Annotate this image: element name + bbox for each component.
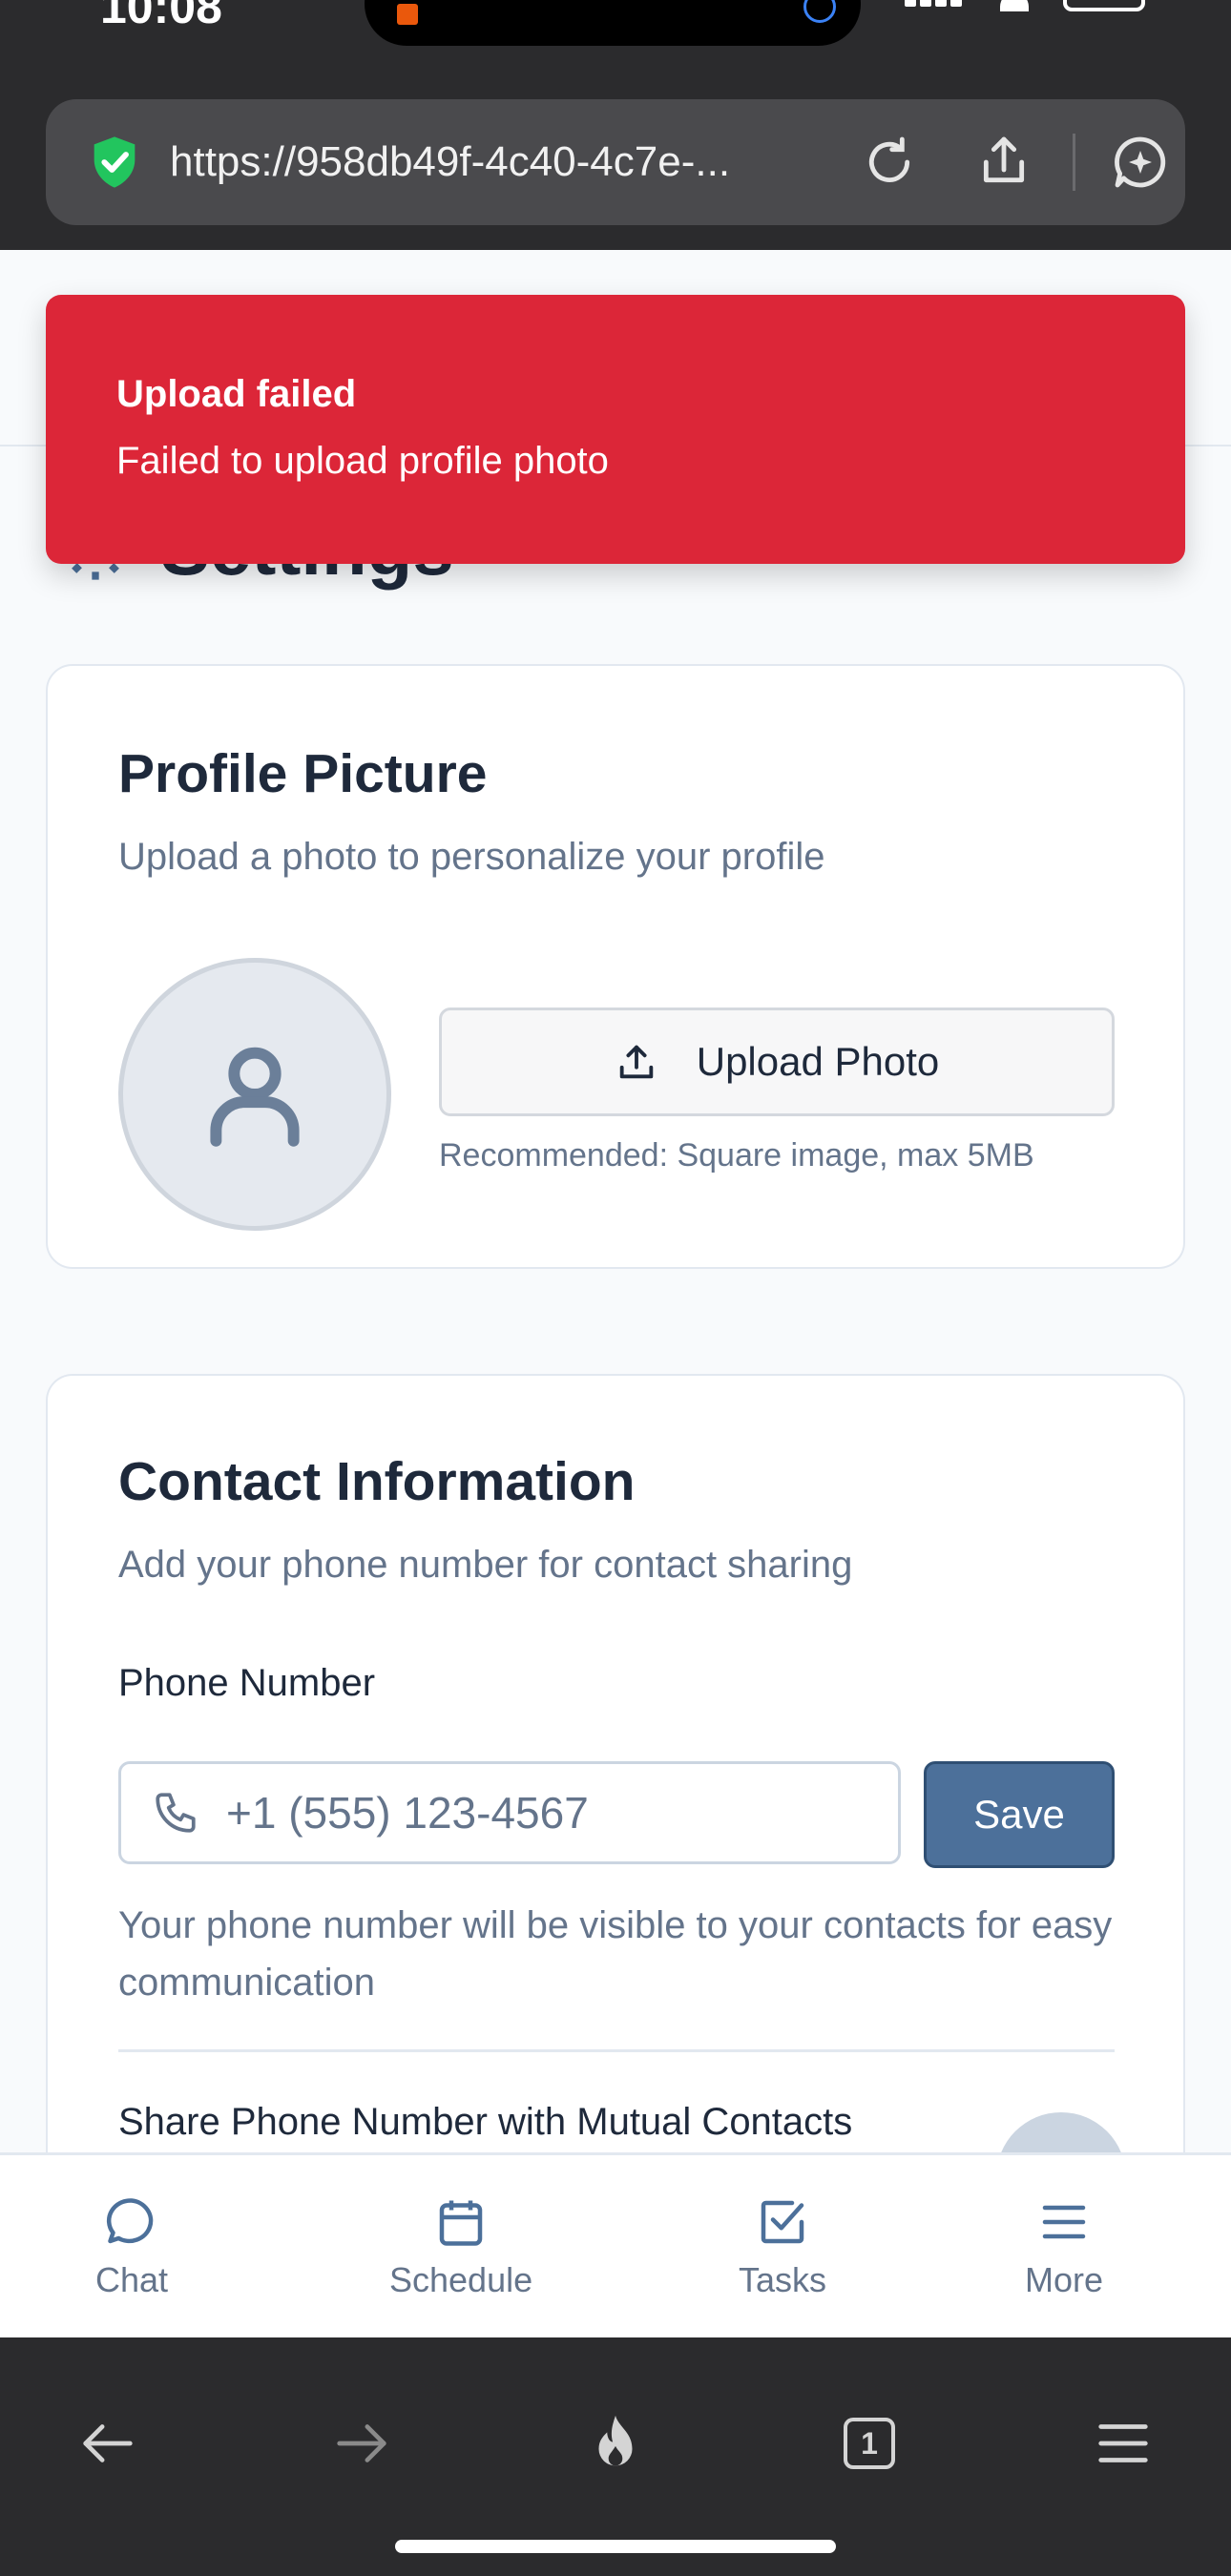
profile-card-title: Profile Picture bbox=[118, 743, 488, 804]
phone-help-text: Your phone number will be visible to you… bbox=[118, 1904, 1113, 2004]
tab-count: 1 bbox=[861, 2425, 878, 2461]
upload-hint: Recommended: Square image, max 5MB bbox=[439, 1137, 1034, 1174]
upload-icon bbox=[619, 1045, 653, 1079]
island-indicator-icon bbox=[397, 4, 418, 25]
signal-icon bbox=[905, 0, 966, 11]
menu-icon bbox=[1042, 2205, 1086, 2239]
nav-item-schedule[interactable]: Schedule bbox=[389, 2193, 532, 2300]
bottom-nav: Chat Schedule Tasks More bbox=[0, 2152, 1231, 2337]
checkbox-icon bbox=[761, 2200, 804, 2244]
back-arrow-icon[interactable] bbox=[74, 2410, 141, 2477]
error-toast: Upload failed Failed to upload profile p… bbox=[46, 295, 1185, 564]
status-time: 10:08 bbox=[100, 0, 222, 33]
url-bar-divider bbox=[1073, 134, 1075, 191]
save-phone-button[interactable]: Save bbox=[924, 1761, 1115, 1868]
flame-icon[interactable] bbox=[582, 2410, 649, 2477]
browser-top-chrome: 10:08 https://958db49f-4c40-4c7e-... bbox=[0, 0, 1231, 250]
user-placeholder-icon bbox=[210, 1047, 300, 1147]
browser-menu-icon[interactable] bbox=[1090, 2410, 1157, 2477]
profile-card-subtitle: Upload a photo to personalize your profi… bbox=[118, 836, 825, 878]
toast-title: Upload failed bbox=[116, 373, 357, 415]
chat-bubble-icon bbox=[106, 2198, 154, 2244]
contact-card-divider bbox=[118, 2049, 1115, 2052]
assistant-chat-icon[interactable] bbox=[1110, 132, 1171, 193]
upload-photo-button[interactable]: Upload Photo bbox=[439, 1008, 1115, 1116]
nav-label-chat: Chat bbox=[95, 2260, 169, 2299]
contact-card-title: Contact Information bbox=[118, 1451, 636, 1512]
nav-item-chat[interactable]: Chat bbox=[95, 2193, 168, 2300]
url-bar[interactable]: https://958db49f-4c40-4c7e-... bbox=[46, 99, 1185, 225]
phone-icon bbox=[156, 1793, 196, 1833]
contact-information-card: Contact Information Add your phone numbe… bbox=[46, 1374, 1185, 2242]
island-camera-icon bbox=[803, 0, 836, 23]
nav-label-tasks: Tasks bbox=[739, 2260, 827, 2299]
contact-card-subtitle: Add your phone number for contact sharin… bbox=[118, 1544, 853, 1586]
wifi-icon bbox=[1000, 0, 1029, 11]
nav-item-more[interactable]: More bbox=[1025, 2193, 1103, 2300]
reload-icon[interactable] bbox=[859, 132, 920, 193]
nav-item-tasks[interactable]: Tasks bbox=[739, 2193, 826, 2300]
secure-shield-icon bbox=[94, 136, 136, 188]
profile-picture-card: Profile Picture Upload a photo to person… bbox=[46, 664, 1185, 1269]
nav-label-schedule: Schedule bbox=[389, 2260, 533, 2299]
tabs-button[interactable]: 1 bbox=[836, 2410, 903, 2477]
tab-count-icon: 1 bbox=[844, 2418, 895, 2469]
upload-photo-label: Upload Photo bbox=[696, 1039, 940, 1084]
share-icon[interactable] bbox=[973, 132, 1034, 193]
share-phone-label: Share Phone Number with Mutual Contacts bbox=[118, 2101, 853, 2143]
phone-number-input[interactable] bbox=[226, 1787, 875, 1839]
calendar-icon bbox=[439, 2200, 483, 2246]
status-indicators bbox=[905, 0, 1145, 11]
forward-arrow-icon[interactable] bbox=[328, 2410, 395, 2477]
avatar bbox=[118, 958, 391, 1231]
dynamic-island bbox=[365, 0, 861, 46]
phone-number-field[interactable] bbox=[118, 1761, 901, 1864]
battery-icon bbox=[1063, 0, 1145, 11]
toast-message: Failed to upload profile photo bbox=[116, 440, 609, 482]
home-indicator[interactable] bbox=[395, 2540, 836, 2553]
nav-label-more: More bbox=[1025, 2260, 1104, 2299]
url-text[interactable]: https://958db49f-4c40-4c7e-... bbox=[170, 138, 800, 186]
phone-number-label: Phone Number bbox=[118, 1662, 376, 1704]
